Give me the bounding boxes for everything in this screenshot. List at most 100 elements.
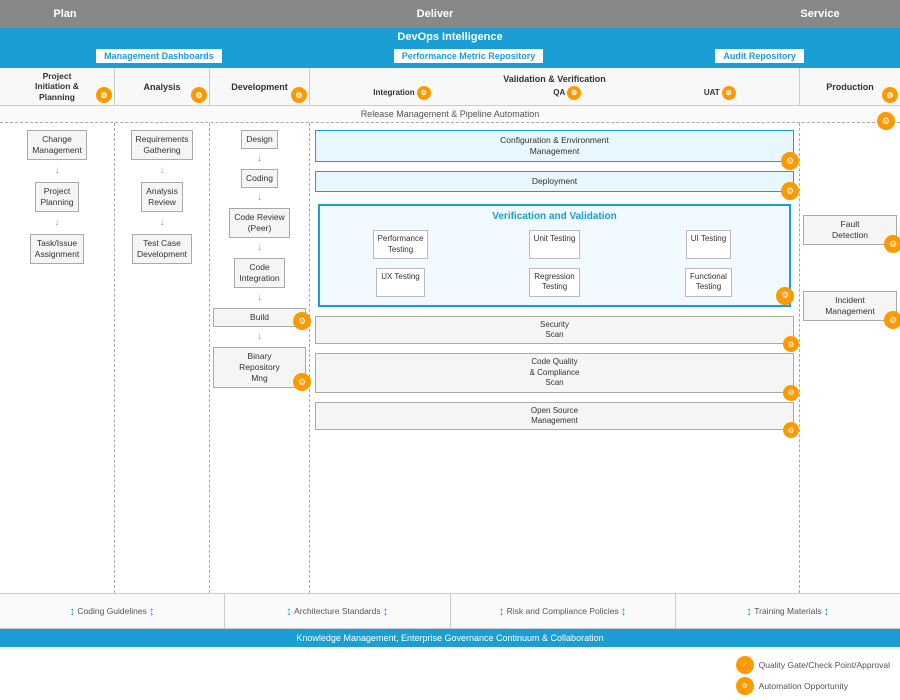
box-coding: Coding <box>241 169 278 188</box>
vv-stage-label: Validation & Verification <box>312 74 797 84</box>
release-automation-icon: ⚙ <box>877 112 895 130</box>
box-code-review: Code Review(Peer) <box>229 208 290 238</box>
box-code-integration: CodeIntegration <box>234 258 284 288</box>
deploy-container: Deployment ⚙ <box>315 168 794 195</box>
std-risk: ↕ Risk and Compliance Policies ↕ <box>451 594 676 628</box>
main-container: Plan Deliver Service DevOps Intelligence… <box>0 0 900 700</box>
arrow-3: ↓ <box>118 166 206 176</box>
training-materials-label: Training Materials <box>754 606 821 616</box>
legend-quality: ✓ Quality Gate/Check Point/Approval <box>736 656 890 674</box>
config-container: Configuration & EnvironmentManagement ⚙ <box>315 127 794 165</box>
plan-label: Plan <box>53 8 76 20</box>
risk-policies-label: Risk and Compliance Policies <box>507 606 619 616</box>
box-ui-testing: UI Testing <box>686 230 731 259</box>
box-open-source: Open SourceManagement <box>315 402 794 431</box>
phase-plan: Plan <box>0 0 130 28</box>
phase-deliver: Deliver <box>130 0 740 28</box>
security-quality-row: SecurityScan ⚙ Code Quality& ComplianceS… <box>315 313 794 434</box>
col-analysis: RequirementsGathering ↓ AnalysisReview ↓… <box>115 123 210 593</box>
vv-box: Verification and Validation PerformanceT… <box>318 204 791 307</box>
legend-quality-icon: ✓ <box>736 656 754 674</box>
phase-service: Service <box>740 0 900 28</box>
security-scan-container: SecurityScan ⚙ <box>315 313 794 348</box>
devops-bar: DevOps Intelligence <box>0 28 900 46</box>
release-bar-label: Release Management & Pipeline Automation <box>361 109 540 119</box>
deploy-icon: ⚙ <box>781 182 799 200</box>
phase-bar: Plan Deliver Service <box>0 0 900 28</box>
fault-detection-icon: ⚙ <box>884 235 900 253</box>
devops-performance: Performance Metric Repository <box>393 48 545 64</box>
box-build: Build <box>213 308 306 327</box>
box-deployment: Deployment <box>315 171 794 192</box>
stage-production-label: Production <box>826 82 874 92</box>
stage-dev-label: Development <box>231 82 288 92</box>
col-dev: Design ↓ Coding ↓ Code Review(Peer) ↓ Co… <box>210 123 310 593</box>
code-quality-container: Code Quality& ComplianceScan ⚙ <box>315 350 794 395</box>
devops-management: Management Dashboards <box>95 48 223 64</box>
legend-automation: ⚙ Automation Opportunity <box>736 677 890 695</box>
vv-automation-icon: ⚙ <box>776 287 794 305</box>
binary-automation-icon: ⚙ <box>293 373 311 391</box>
stage-analysis: Analysis ⚙ <box>115 68 210 105</box>
box-functional-testing: FunctionalTesting <box>685 268 732 297</box>
box-regression-testing: RegressionTesting <box>529 268 579 297</box>
box-req-gathering: RequirementsGathering <box>131 130 194 160</box>
knowledge-bar: Knowledge Management, Enterprise Governa… <box>0 629 900 647</box>
box-fault-detection: FaultDetection <box>803 215 897 245</box>
stage-production-icon: ⚙ <box>882 87 898 103</box>
stage-production: Production ⚙ <box>800 68 900 105</box>
std-architecture: ↕ Architecture Standards ↕ <box>225 594 450 628</box>
config-deploy-group: Configuration & EnvironmentManagement ⚙ … <box>315 127 794 195</box>
build-automation-icon: ⚙ <box>293 312 311 330</box>
stage-project-icon: ⚙ <box>96 87 112 103</box>
stage-qa: QA ⚙ <box>553 86 581 100</box>
stage-dev: Development ⚙ <box>210 68 310 105</box>
std-coding: ↕ Coding Guidelines ↕ <box>0 594 225 628</box>
incident-mgmt-container: IncidentManagement ⚙ <box>803 288 897 324</box>
box-task-assignment: Task/IssueAssignment <box>30 234 84 264</box>
deliver-label: Deliver <box>417 8 454 20</box>
devops-sub-bar: Management Dashboards Performance Metric… <box>0 46 900 68</box>
coding-guidelines-label: Coding Guidelines <box>77 606 146 616</box>
stage-project-label: ProjectInitiation &Planning <box>35 71 79 102</box>
binary-repo-container: BinaryRepositoryMng ⚙ <box>213 344 306 391</box>
box-analysis-review: AnalysisReview <box>141 182 183 212</box>
build-container: Build ⚙ <box>213 305 306 330</box>
arrow-4: ↓ <box>118 218 206 228</box>
devops-audit: Audit Repository <box>714 48 805 64</box>
vv-title: Verification and Validation <box>325 211 784 222</box>
security-col: SecurityScan ⚙ Code Quality& ComplianceS… <box>315 313 794 434</box>
service-label: Service <box>800 8 839 20</box>
box-incident-mgmt: IncidentManagement <box>803 291 897 321</box>
box-change-mgmt: ChangeManagement <box>27 130 87 160</box>
stage-analysis-label: Analysis <box>143 82 180 92</box>
stage-vv: Validation & Verification Integration ⚙ … <box>310 68 800 105</box>
vv-grid-row2: UX Testing RegressionTesting FunctionalT… <box>325 265 784 300</box>
col-project: ChangeManagement ↓ ProjectPlanning ↓ Tas… <box>0 123 115 593</box>
std-training: ↕ Training Materials ↕ <box>676 594 900 628</box>
arrow-6: ↓ <box>213 193 306 203</box>
vv-grid-row1: PerformanceTesting Unit Testing UI Testi… <box>325 227 784 262</box>
open-source-container: Open SourceManagement ⚙ <box>315 399 794 434</box>
stage-dev-icon: ⚙ <box>291 87 307 103</box>
col-prod: FaultDetection ⚙ IncidentManagement ⚙ <box>800 123 900 593</box>
pipeline-row: ProjectInitiation &Planning ⚙ Analysis ⚙… <box>0 68 900 106</box>
box-config: Configuration & EnvironmentManagement <box>315 130 794 162</box>
fault-detection-container: FaultDetection ⚙ <box>803 212 897 248</box>
legend-automation-label: Automation Opportunity <box>759 681 848 691</box>
arrow-1: ↓ <box>3 166 111 176</box>
bottom-standards: ↕ Coding Guidelines ↕ ↕ Architecture Sta… <box>0 593 900 629</box>
box-unit-testing: Unit Testing <box>529 230 581 259</box>
knowledge-label: Knowledge Management, Enterprise Governa… <box>296 633 603 643</box>
col-vv: Configuration & EnvironmentManagement ⚙ … <box>310 123 800 593</box>
box-project-planning: ProjectPlanning <box>35 182 78 212</box>
box-code-quality: Code Quality& ComplianceScan <box>315 353 794 392</box>
box-ux-testing: UX Testing <box>376 268 425 297</box>
arrow-8: ↓ <box>213 293 306 303</box>
devops-title: DevOps Intelligence <box>397 31 502 43</box>
architecture-standards-label: Architecture Standards <box>294 606 380 616</box>
arrow-2: ↓ <box>3 218 111 228</box>
stage-uat: UAT ⚙ <box>704 86 736 100</box>
stage-analysis-icon: ⚙ <box>191 87 207 103</box>
arrow-9: ↓ <box>213 332 306 342</box>
